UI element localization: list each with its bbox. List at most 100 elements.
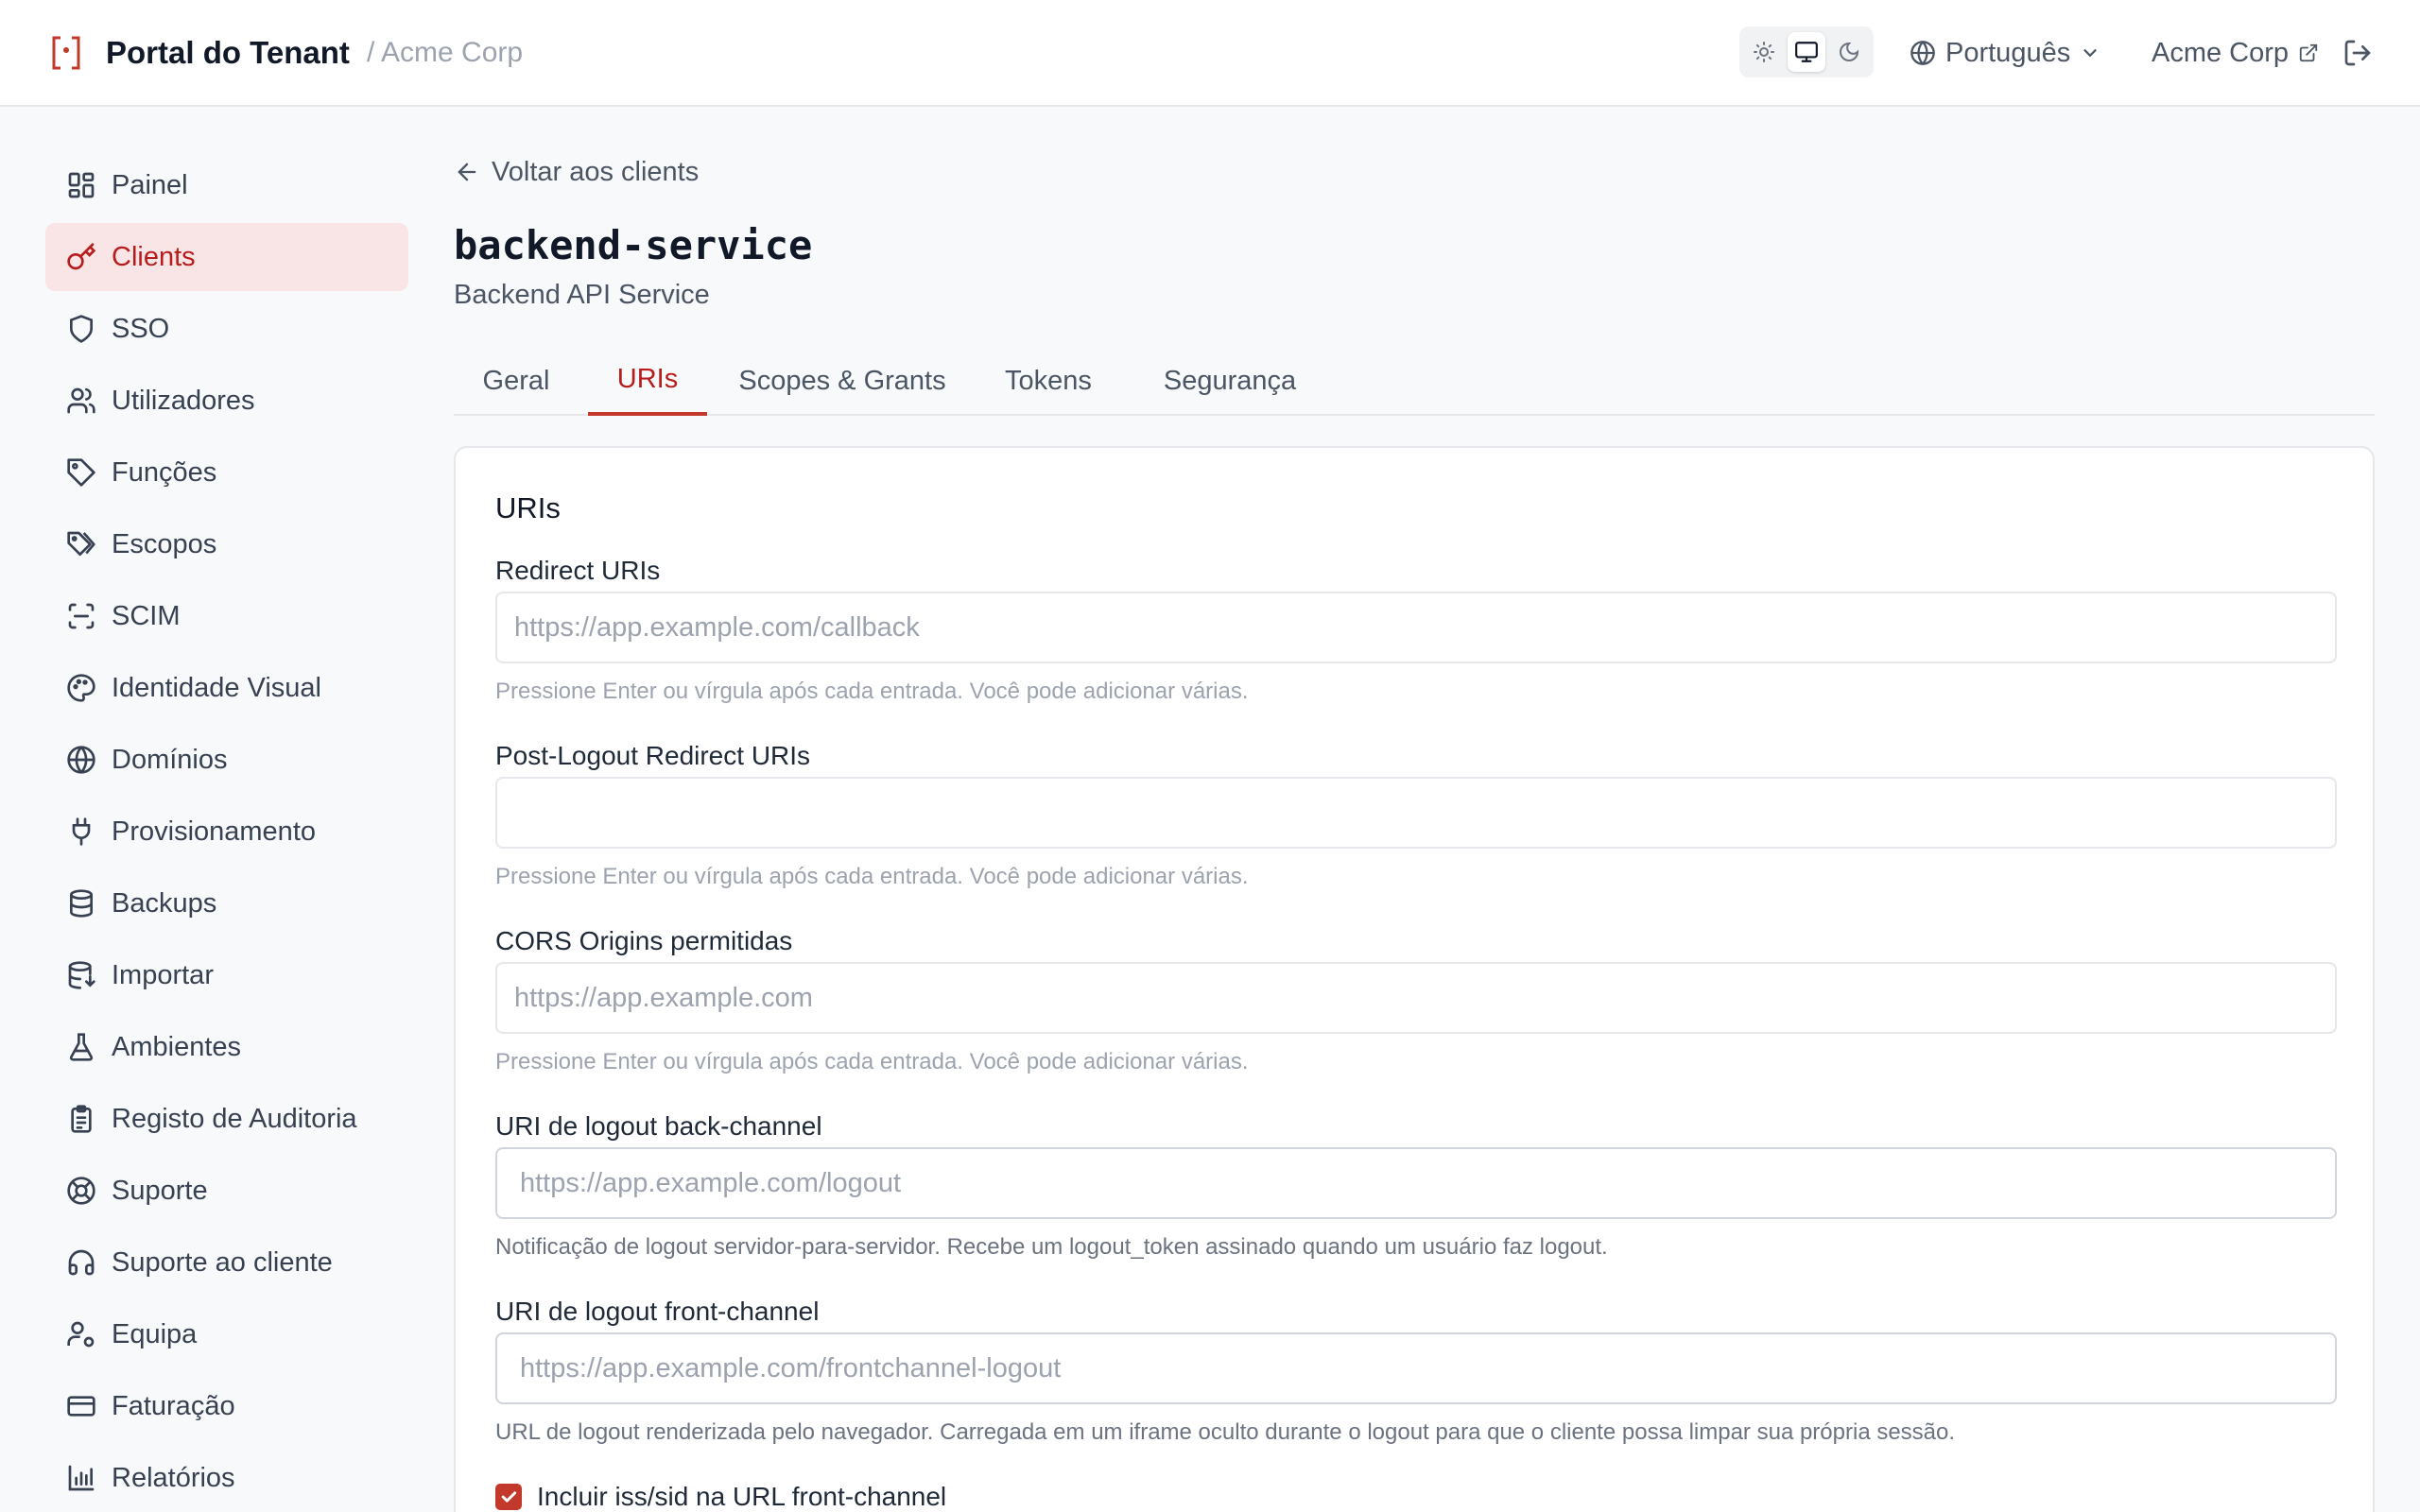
sidebar-item-provisionamento[interactable]: Provisionamento [45,798,408,866]
redirect-uris-input[interactable] [495,592,2337,663]
sidebar-item-label: Identidade Visual [112,672,321,703]
sidebar-item-escopos[interactable]: Escopos [45,510,408,578]
scan-icon [68,603,95,629]
life-buoy-icon [67,1177,95,1205]
redirect-uris-label: Redirect URIs [495,556,661,585]
sidebar-item-label: Backups [112,887,217,919]
sidebar-item-faturacao[interactable]: Faturação [45,1372,408,1440]
sidebar-item-label: Clients [112,241,196,272]
uris-card: URIs Redirect URIs Pressione Enter ou ví… [454,446,2375,1512]
language-label: Português [1945,37,2071,68]
database-icon [70,889,93,918]
post-logout-uris-input[interactable] [495,777,2337,849]
tenant-external-link[interactable]: Acme Corp [2152,30,2319,76]
sidebar-item-equipa[interactable]: Equipa [45,1300,408,1368]
sidebar-item-relatorios[interactable]: Relatórios [45,1444,408,1512]
logout-icon[interactable] [2342,38,2373,68]
sidebar-item-label: Registo de Auditoria [112,1103,357,1134]
theme-light-button[interactable] [1745,32,1783,72]
sidebar-item-label: SSO [112,313,170,344]
include-iss-sid-row: Incluir iss/sid na URL front-channel [495,1482,946,1512]
database-import-icon [68,961,95,989]
include-iss-sid-label: Incluir iss/sid na URL front-channel [537,1482,947,1511]
sidebar-item-dominios[interactable]: Domínios [45,726,408,794]
language-selector[interactable]: Português [1910,30,2100,76]
sidebar-item-funcoes[interactable]: Funções [45,438,408,507]
redirect-uris-help: Pressione Enter ou vírgula após cada ent… [495,679,1249,704]
tab-geral[interactable]: Geral [454,346,579,416]
include-iss-sid-checkbox[interactable] [495,1484,522,1510]
bar-chart-icon [68,1465,95,1491]
sidebar-item-registo-de-auditoria[interactable]: Registo de Auditoria [45,1085,408,1153]
back-to-clients-link[interactable]: Voltar aos clients [454,151,699,193]
sidebar-item-label: Relatórios [112,1462,235,1493]
backchannel-logout-input[interactable] [495,1147,2337,1219]
flask-icon [69,1033,94,1061]
tab-seguranca[interactable]: Segurança [1131,346,1329,416]
check-icon [501,1491,517,1503]
sidebar-item-label: Escopos [112,528,217,559]
tenant-name: Acme Corp [2152,37,2290,68]
chevron-down-icon [2083,49,2097,58]
post-logout-uris-help: Pressione Enter ou vírgula após cada ent… [495,864,1249,889]
backchannel-logout-label: URI de logout back-channel [495,1111,822,1141]
key-icon [67,243,96,270]
theme-switcher [1739,26,1874,77]
credit-card-icon [67,1396,95,1417]
app-title[interactable]: Portal do Tenant [106,32,350,74]
tenant-breadcrumb: / Acme Corp [367,37,524,68]
post-logout-uris-label: Post-Logout Redirect URIs [495,741,811,770]
users-icon [67,387,95,414]
sidebar-item-scim[interactable]: SCIM [45,582,408,650]
theme-dark-button[interactable] [1830,32,1868,72]
sidebar-item-label: Domínios [112,744,228,775]
logo-icon [52,36,80,70]
sidebar-item-label: Utilizadores [112,385,255,416]
cors-origins-help: Pressione Enter ou vírgula após cada ent… [495,1049,1249,1074]
card-title: URIs [495,491,561,524]
sidebar-item-label: Equipa [112,1318,198,1349]
sidebar-item-identidade-visual[interactable]: Identidade Visual [45,654,408,722]
sidebar-item-label: Painel [112,169,188,200]
plug-icon [72,817,91,846]
theme-system-button[interactable] [1788,32,1825,72]
sidebar-item-label: Suporte ao cliente [112,1246,333,1278]
monitor-icon [1795,42,1818,62]
user-cog-icon [67,1321,95,1348]
sidebar-item-label: SCIM [112,600,181,631]
frontchannel-logout-input[interactable] [495,1332,2337,1404]
layout-dashboard-icon [68,172,95,198]
palette-icon [67,674,95,702]
tag-icon [67,458,95,487]
sidebar-item-label: Suporte [112,1175,208,1206]
back-link-label: Voltar aos clients [492,156,700,187]
sidebar-item-label: Importar [112,959,214,990]
sidebar-item-label: Ambientes [112,1031,242,1062]
sidebar-item-backups[interactable]: Backups [45,869,408,937]
tab-uris[interactable]: URIs [588,346,707,416]
sidebar-item-label: Provisionamento [112,816,316,847]
frontchannel-logout-label: URI de logout front-channel [495,1297,820,1326]
tab-scopes-grants[interactable]: Scopes & Grants [724,346,960,416]
sidebar-item-painel[interactable]: Painel [45,151,408,219]
arrow-left-icon [458,163,476,181]
headphones-icon [68,1249,95,1276]
cors-origins-input[interactable] [495,962,2337,1034]
client-tabs: Geral URIs Scopes & Grants Tokens Segura… [454,346,2375,416]
tab-tokens[interactable]: Tokens [981,346,1115,416]
shield-icon [70,315,93,343]
page-title: backend-service [454,222,813,268]
sidebar-item-label: Faturação [112,1390,235,1421]
sidebar-item-clients[interactable]: Clients [45,223,408,291]
sidebar-item-label: Funções [112,456,217,488]
sidebar-item-utilizadores[interactable]: Utilizadores [45,367,408,435]
sidebar-item-importar[interactable]: Importar [45,941,408,1009]
globe-icon [1910,41,1935,65]
sidebar-item-suporte-ao-cliente[interactable]: Suporte ao cliente [45,1228,408,1297]
sidebar-item-ambientes[interactable]: Ambientes [45,1013,408,1081]
sidebar-item-suporte[interactable]: Suporte [45,1157,408,1225]
moon-icon [1840,42,1859,61]
sidebar-item-sso[interactable]: SSO [45,295,408,363]
tags-icon [67,531,95,556]
page-subtitle: Backend API Service [454,280,710,310]
